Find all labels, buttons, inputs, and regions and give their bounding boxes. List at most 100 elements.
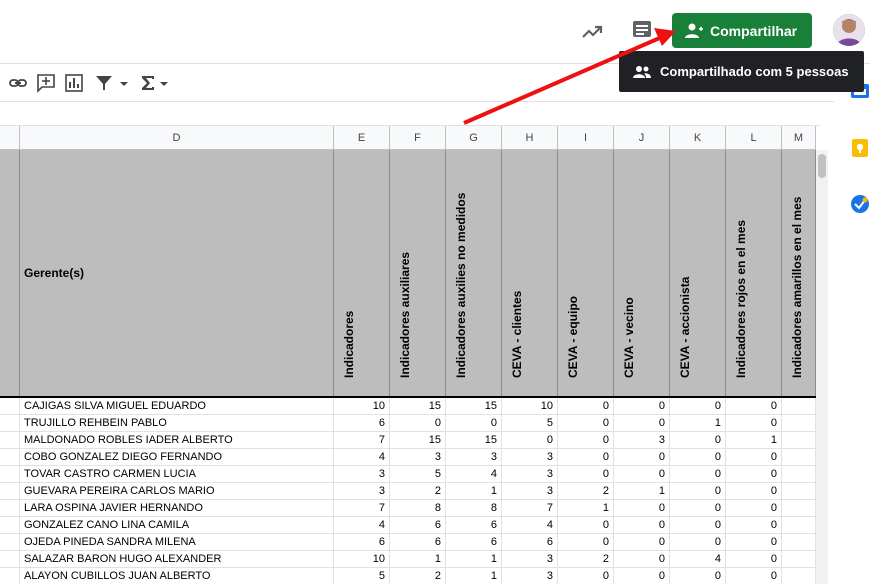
value-cell[interactable]: 3 (334, 466, 390, 483)
row-gutter-cell[interactable] (0, 568, 20, 584)
value-cell[interactable]: 1 (670, 415, 726, 432)
header-cell[interactable]: Indicadores auxilies no medidos (446, 150, 502, 396)
value-cell[interactable]: 0 (614, 551, 670, 568)
value-cell[interactable]: 2 (390, 568, 446, 584)
value-cell[interactable]: 0 (446, 415, 502, 432)
value-cell[interactable]: 4 (670, 551, 726, 568)
value-cell[interactable]: 0 (614, 398, 670, 415)
value-cell[interactable]: 15 (446, 398, 502, 415)
value-cell[interactable]: 0 (670, 483, 726, 500)
value-cell[interactable]: 3 (446, 449, 502, 466)
header-cell[interactable]: Indicadores rojos en el mes (726, 150, 782, 396)
value-cell-m[interactable] (782, 432, 816, 449)
value-cell[interactable]: 0 (726, 483, 782, 500)
value-cell-m[interactable] (782, 568, 816, 584)
value-cell-m[interactable] (782, 500, 816, 517)
value-cell[interactable]: 0 (726, 398, 782, 415)
gerente-name-cell[interactable]: ALAYON CUBILLOS JUAN ALBERTO (20, 568, 334, 584)
gerente-name-cell[interactable]: GUEVARA PEREIRA CARLOS MARIO (20, 483, 334, 500)
value-cell[interactable]: 0 (670, 500, 726, 517)
value-cell[interactable]: 0 (558, 466, 614, 483)
value-cell[interactable]: 0 (670, 517, 726, 534)
value-cell[interactable]: 0 (614, 500, 670, 517)
user-avatar[interactable] (833, 14, 865, 46)
header-cell[interactable]: CEVA - equipo (558, 150, 614, 396)
row-gutter-cell[interactable] (0, 500, 20, 517)
value-cell[interactable]: 1 (726, 432, 782, 449)
value-cell[interactable]: 15 (390, 398, 446, 415)
row-gutter-cell[interactable] (0, 449, 20, 466)
value-cell[interactable]: 3 (502, 449, 558, 466)
formula-bar[interactable] (0, 102, 820, 126)
row-gutter-cell[interactable] (0, 534, 20, 551)
value-cell[interactable]: 1 (390, 551, 446, 568)
row-gutter-cell[interactable] (0, 551, 20, 568)
gerente-name-cell[interactable]: CAJIGAS SILVA MIGUEL EDUARDO (20, 398, 334, 415)
column-header[interactable]: E (334, 126, 390, 150)
value-cell[interactable]: 3 (334, 483, 390, 500)
value-cell[interactable]: 0 (670, 449, 726, 466)
value-cell[interactable]: 1 (558, 500, 614, 517)
column-header[interactable]: K (670, 126, 726, 150)
value-cell[interactable]: 0 (614, 534, 670, 551)
header-cell[interactable]: Indicadores (334, 150, 390, 396)
value-cell[interactable]: 0 (670, 466, 726, 483)
scrollbar-thumb[interactable] (818, 154, 826, 178)
value-cell[interactable]: 4 (334, 449, 390, 466)
value-cell[interactable]: 0 (558, 534, 614, 551)
column-header[interactable]: L (726, 126, 782, 150)
value-cell[interactable]: 3 (390, 449, 446, 466)
column-header-c[interactable] (0, 126, 20, 150)
value-cell[interactable]: 6 (446, 517, 502, 534)
value-cell-m[interactable] (782, 449, 816, 466)
value-cell[interactable]: 1 (446, 483, 502, 500)
value-cell[interactable]: 15 (390, 432, 446, 449)
value-cell[interactable]: 0 (502, 432, 558, 449)
gerente-name-cell[interactable]: TRUJILLO REHBEIN PABLO (20, 415, 334, 432)
value-cell[interactable]: 0 (726, 500, 782, 517)
value-cell[interactable]: 0 (670, 398, 726, 415)
value-cell[interactable]: 0 (726, 415, 782, 432)
value-cell[interactable]: 0 (390, 415, 446, 432)
explore-trend-icon[interactable] (580, 20, 604, 44)
value-cell[interactable]: 6 (334, 534, 390, 551)
header-cell[interactable] (0, 150, 20, 396)
value-cell[interactable]: 6 (334, 415, 390, 432)
row-gutter-cell[interactable] (0, 432, 20, 449)
value-cell[interactable]: 1 (446, 568, 502, 584)
column-header[interactable]: J (614, 126, 670, 150)
value-cell[interactable]: 10 (334, 398, 390, 415)
share-button[interactable]: Compartilhar (672, 13, 812, 48)
value-cell-m[interactable] (782, 398, 816, 415)
value-cell[interactable]: 15 (446, 432, 502, 449)
functions-sigma-icon[interactable] (138, 73, 158, 93)
filter-icon[interactable] (94, 73, 114, 93)
header-cell[interactable]: CEVA - clientes (502, 150, 558, 396)
vertical-scrollbar[interactable] (816, 150, 828, 584)
value-cell[interactable]: 0 (670, 568, 726, 584)
header-cell[interactable]: Indicadores amarillos en el mes (782, 150, 816, 396)
value-cell[interactable]: 1 (446, 551, 502, 568)
value-cell[interactable]: 7 (334, 432, 390, 449)
value-cell[interactable]: 0 (726, 568, 782, 584)
column-header[interactable]: G (446, 126, 502, 150)
row-gutter-cell[interactable] (0, 483, 20, 500)
value-cell[interactable]: 0 (614, 568, 670, 584)
gerente-name-cell[interactable]: MALDONADO ROBLES IADER ALBERTO (20, 432, 334, 449)
value-cell[interactable]: 0 (726, 517, 782, 534)
value-cell[interactable]: 2 (390, 483, 446, 500)
value-cell[interactable]: 2 (558, 483, 614, 500)
value-cell[interactable]: 0 (558, 517, 614, 534)
row-gutter-cell[interactable] (0, 466, 20, 483)
value-cell[interactable]: 3 (502, 483, 558, 500)
value-cell-m[interactable] (782, 466, 816, 483)
value-cell[interactable]: 4 (502, 517, 558, 534)
column-header[interactable]: H (502, 126, 558, 150)
value-cell[interactable]: 1 (614, 483, 670, 500)
value-cell[interactable]: 3 (502, 551, 558, 568)
value-cell-m[interactable] (782, 517, 816, 534)
column-header[interactable]: M (782, 126, 816, 150)
filter-dropdown-icon[interactable] (118, 73, 130, 93)
value-cell[interactable]: 3 (502, 568, 558, 584)
gerente-name-cell[interactable]: TOVAR CASTRO CARMEN LUCIA (20, 466, 334, 483)
